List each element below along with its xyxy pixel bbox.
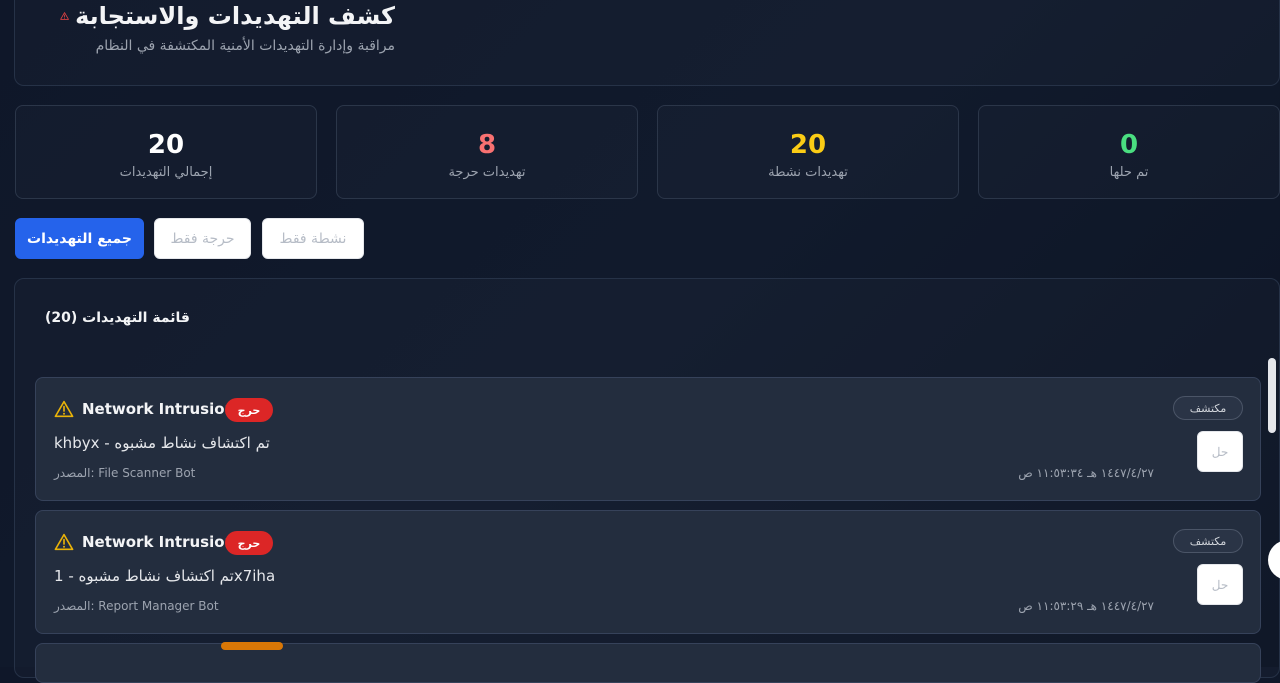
- stat-card-total: 20 إجمالي التهديدات: [15, 105, 317, 199]
- threat-description: تم اكتشاف نشاط مشبوه - 1x7iha: [54, 567, 276, 585]
- threat-timestamp: ١٤٤٧/٤/٢٧ هـ ١١:٥٣:٢٩ ص: [1018, 599, 1154, 613]
- page-title-row: كشف التهديدات والاستجابة: [60, 0, 395, 32]
- threat-type: Network Intrusion: [82, 533, 236, 551]
- stat-card-critical: 8 تهديدات حرجة: [336, 105, 638, 199]
- stat-value-resolved: 0: [1119, 130, 1139, 160]
- threat-card-partial[interactable]: [35, 642, 1261, 683]
- threat-timestamp: ١٤٤٧/٤/٢٧ هـ ١١:٥٣:٣٤ ص: [1018, 466, 1154, 480]
- threat-card[interactable]: Network Intrusion حرج تم اكتشاف نشاط مشب…: [35, 510, 1261, 634]
- filter-all-button[interactable]: جميع التهديدات: [15, 218, 144, 259]
- severity-badge: حرج: [225, 398, 273, 422]
- status-badge: مكتشف: [1173, 529, 1243, 553]
- threat-list-panel: قائمة التهديدات (20) Network Intrusion ح…: [14, 278, 1280, 683]
- threat-source: المصدر: Report Manager Bot: [54, 599, 219, 613]
- stat-value-critical: 8: [477, 130, 497, 160]
- severity-badge: حرج: [225, 531, 273, 555]
- page-title: كشف التهديدات والاستجابة: [75, 2, 395, 30]
- stat-value-total: 20: [147, 130, 185, 160]
- stat-card-active: 20 تهديدات نشطة: [657, 105, 959, 199]
- stat-label-active: تهديدات نشطة: [768, 165, 848, 180]
- resolve-button[interactable]: حل: [1197, 431, 1243, 472]
- stat-label-total: إجمالي التهديدات: [119, 165, 213, 180]
- threat-list-title: قائمة التهديدات (20): [45, 310, 190, 326]
- page-header: كشف التهديدات والاستجابة مراقبة وإدارة ا…: [14, 0, 1280, 86]
- page-subtitle: مراقبة وإدارة التهديدات الأمنية المكتشفة…: [95, 38, 395, 54]
- threat-source: المصدر: File Scanner Bot: [54, 466, 196, 480]
- stat-value-active: 20: [789, 130, 827, 160]
- scrollbar-thumb[interactable]: [1268, 358, 1276, 433]
- status-badge: مكتشف: [1173, 396, 1243, 420]
- warning-triangle-icon: [54, 533, 74, 551]
- stat-label-critical: تهديدات حرجة: [448, 165, 526, 180]
- stat-label-resolved: تم حلها: [1109, 165, 1149, 180]
- alert-triangle-icon: [60, 12, 69, 20]
- threat-card[interactable]: Network Intrusion حرج khbyx - تم اكتشاف …: [35, 377, 1261, 501]
- stat-card-resolved: 0 تم حلها: [978, 105, 1280, 199]
- resolve-button[interactable]: حل: [1197, 564, 1243, 605]
- threat-type: Network Intrusion: [82, 400, 236, 418]
- filter-active-button[interactable]: نشطة فقط: [262, 218, 364, 259]
- severity-badge-partial: [221, 642, 283, 650]
- filter-critical-button[interactable]: حرجة فقط: [154, 218, 251, 259]
- warning-triangle-icon: [54, 400, 74, 418]
- threat-description: khbyx - تم اكتشاف نشاط مشبوه: [54, 434, 270, 452]
